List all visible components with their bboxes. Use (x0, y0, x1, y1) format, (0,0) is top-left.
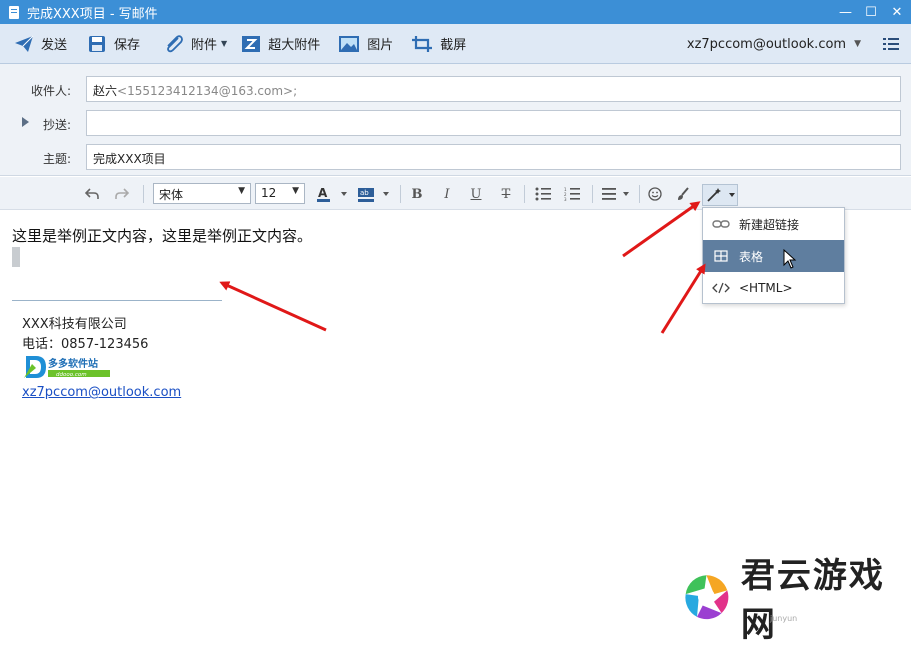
subject-label: 主题: (42, 152, 71, 166)
toolbar-divider (143, 185, 144, 203)
text-cursor (12, 247, 20, 267)
redo-icon[interactable] (114, 185, 130, 203)
menu-item-new-link[interactable]: 新建超链接 (703, 208, 844, 240)
account-email: xz7pccom@outlook.com (686, 36, 847, 52)
attach-label: 附件 (191, 38, 218, 53)
magic-wand-icon (707, 188, 735, 202)
link-icon (711, 219, 731, 229)
watermark-logo-icon (685, 575, 729, 620)
menu-item-label: <HTML> (739, 281, 793, 295)
image-button[interactable]: 图片 (338, 24, 393, 64)
big-attach-button[interactable]: 超大附件 (241, 24, 320, 64)
watermark-sub: junyun (770, 614, 798, 623)
svg-text:ab: ab (360, 189, 369, 197)
signature-company: XXX科技有限公司 (22, 317, 127, 332)
menu-item-label: 新建超链接 (739, 217, 800, 232)
paint-brush-icon[interactable] (675, 185, 691, 203)
toolbar-divider (400, 185, 401, 203)
strikethrough-icon[interactable]: T (498, 185, 514, 203)
attach-button[interactable]: 附件 ▼ (164, 24, 227, 64)
chevron-down-icon: ▼ (854, 39, 861, 49)
toolbar-divider (592, 185, 593, 203)
to-contact-name: 赵六 (93, 84, 118, 98)
toolbar-divider (524, 185, 525, 203)
account-selector[interactable]: xz7pccom@outlook.com ▼ (687, 24, 861, 64)
send-icon (14, 35, 34, 53)
to-label: 收件人: (30, 84, 71, 98)
mouse-cursor-icon (783, 249, 797, 269)
svg-text:A: A (318, 186, 328, 200)
svg-text:3: 3 (564, 197, 567, 201)
italic-icon[interactable]: I (439, 185, 455, 203)
close-button[interactable]: ✕ (891, 5, 903, 20)
save-label: 保存 (114, 38, 141, 53)
bold-icon[interactable]: B (409, 185, 425, 203)
menu-item-html[interactable]: <HTML> (703, 272, 844, 304)
cc-field[interactable] (86, 110, 901, 136)
underline-icon[interactable]: U (468, 185, 484, 203)
undo-icon[interactable] (84, 185, 100, 203)
maximize-button[interactable]: ☐ (865, 5, 877, 20)
to-row: 收件人: 赵六<155123412134@163.com>; (0, 76, 911, 104)
save-button[interactable]: 保存 (87, 24, 140, 64)
font-size-select[interactable]: 12 ▼ (255, 183, 305, 204)
signature-phone: 电话：0857-123456 (22, 337, 149, 352)
screenshot-label: 截屏 (440, 38, 467, 53)
window-controls: — ☐ ✕ (839, 0, 903, 24)
send-button[interactable]: 发送 (14, 24, 67, 64)
highlight-color-button[interactable]: ab (357, 185, 391, 203)
watermark-text: 君云游戏网 (740, 556, 885, 645)
font-color-button[interactable]: A (316, 185, 350, 203)
subject-row: 主题: 完成XXX项目 (0, 144, 911, 172)
big-attach-label: 超大附件 (268, 38, 321, 53)
image-icon (338, 35, 360, 53)
body-text[interactable]: 这里是举例正文内容，这里是举例正文内容。 (12, 225, 312, 246)
cc-row: 抄送: (0, 110, 911, 138)
cc-label: 抄送: (42, 118, 71, 132)
expand-arrow-icon[interactable] (22, 117, 29, 127)
to-contact-email: <155123412134@163.com>; (117, 84, 298, 98)
menu-list-icon[interactable] (883, 36, 899, 52)
bullet-list-icon[interactable] (534, 185, 552, 203)
code-icon (711, 282, 731, 294)
signature-divider (12, 300, 222, 301)
image-label: 图片 (367, 38, 394, 53)
toolbar-divider (639, 185, 640, 203)
logo-sub: ddooo.com (56, 372, 87, 378)
attach-dropdown-icon[interactable]: ▼ (221, 39, 227, 48)
paperclip-icon (164, 34, 184, 53)
crop-icon (411, 35, 433, 53)
font-size-value: 12 (261, 186, 277, 200)
logo-text: 多多软件站 (48, 357, 98, 370)
main-toolbar: 发送 保存 附件 ▼ 超大附件 图片 截屏 xz7pccom@outlook.c… (0, 24, 911, 64)
chevron-down-icon: ▼ (238, 186, 245, 196)
format-toolbar: 宋体 ▼ 12 ▼ A ab B I U T 123 (0, 177, 911, 210)
insert-more-button[interactable] (702, 184, 738, 206)
menu-item-label: 表格 (739, 249, 764, 264)
screenshot-button[interactable]: 截屏 (411, 24, 466, 64)
send-label: 发送 (41, 38, 68, 53)
title-bar: 完成XXX项目 - 写邮件 — ☐ ✕ (0, 0, 911, 24)
document-icon (9, 5, 19, 19)
menu-item-table[interactable]: 表格 (703, 240, 844, 272)
minimize-button[interactable]: — (839, 5, 852, 20)
to-field[interactable]: 赵六<155123412134@163.com>; (86, 76, 901, 102)
align-icon[interactable] (602, 185, 632, 203)
signature-email-link[interactable]: xz7pccom@outlook.com (22, 385, 181, 400)
insert-popup-menu: 新建超链接 表格 <HTML> (702, 207, 845, 304)
table-icon (711, 250, 731, 262)
subject-field[interactable]: 完成XXX项目 (86, 144, 901, 170)
big-attach-icon (241, 35, 261, 53)
compose-header: 收件人: 赵六<155123412134@163.com>; 抄送: 主题: 完… (0, 64, 911, 176)
emoji-icon[interactable] (647, 185, 663, 203)
window-title: 完成XXX项目 - 写邮件 (27, 6, 158, 22)
font-family-select[interactable]: 宋体 ▼ (153, 183, 251, 204)
font-family-value: 宋体 (159, 188, 184, 202)
save-icon (87, 35, 107, 53)
signature-logo: 多多软件站 ddooo.com (24, 354, 112, 380)
chevron-down-icon: ▼ (292, 186, 299, 196)
numbered-list-icon[interactable]: 123 (563, 185, 581, 203)
